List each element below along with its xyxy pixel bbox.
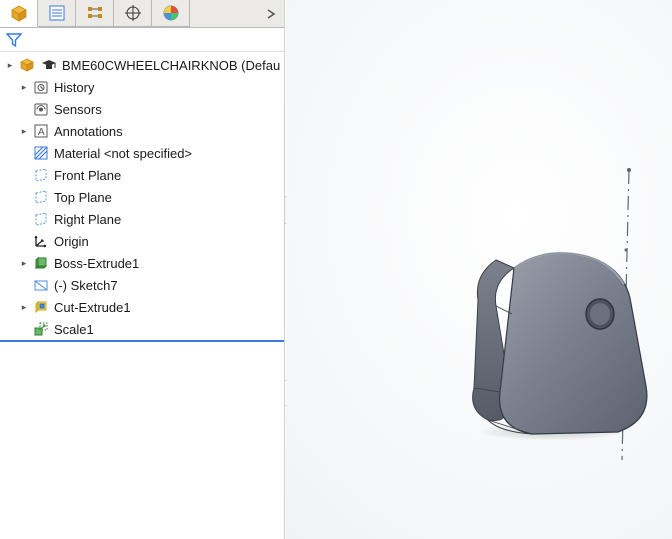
tree-item-label: Right Plane — [54, 212, 121, 227]
feature-tree[interactable]: ▸ BME60CWHEELCHAIRKNOB (Defau ▸History▸S… — [0, 52, 284, 342]
tree-item[interactable]: ▸Right Plane — [0, 208, 284, 230]
sketch-icon — [32, 276, 50, 294]
graphics-viewport[interactable] — [286, 0, 672, 539]
tab-dimxpert[interactable] — [114, 0, 152, 27]
tree-item-label: Boss-Extrude1 — [54, 256, 139, 271]
cube-icon — [10, 4, 28, 22]
tree-item-label: Material <not specified> — [54, 146, 192, 161]
annotations-icon: A — [32, 122, 50, 140]
tab-feature-manager[interactable] — [0, 0, 38, 27]
expander-icon[interactable]: ▸ — [18, 257, 30, 269]
plane-icon — [32, 210, 50, 228]
model-render — [286, 0, 672, 539]
tab-display-manager[interactable] — [152, 0, 190, 27]
chevron-right-icon — [266, 9, 276, 19]
tree-item[interactable]: ▸ Boss-Extrude1 — [0, 252, 284, 274]
filter-icon[interactable] — [6, 32, 22, 48]
part-icon — [18, 56, 36, 74]
tree-item[interactable]: ▸Sensors — [0, 98, 284, 120]
expander-icon[interactable]: ▸ — [18, 125, 30, 137]
tree-item-label: Front Plane — [54, 168, 121, 183]
plane-icon — [32, 188, 50, 206]
tree-root-label: BME60CWHEELCHAIRKNOB (Defau — [62, 58, 280, 73]
expander-icon[interactable]: ▸ — [18, 81, 30, 93]
tree-item-label: Scale1 — [54, 322, 94, 337]
tree-item[interactable]: ▸Material <not specified> — [0, 142, 284, 164]
history-icon — [32, 78, 50, 96]
tab-property-manager[interactable] — [38, 0, 76, 27]
tree-item-label: Top Plane — [54, 190, 112, 205]
tree-item-label: Sensors — [54, 102, 102, 117]
tree-item-label: Cut-Extrude1 — [54, 300, 131, 315]
expander-icon[interactable]: ▸ — [4, 59, 16, 71]
tree-item[interactable]: ▸Origin — [0, 230, 284, 252]
tree-item-label: Annotations — [54, 124, 123, 139]
tree-item-label: History — [54, 80, 94, 95]
tree-item[interactable]: ▸ History — [0, 76, 284, 98]
expander-icon[interactable]: ▸ — [18, 301, 30, 313]
grad-cap-icon — [40, 56, 58, 74]
material-icon — [32, 144, 50, 162]
filter-row — [0, 28, 284, 52]
boss-extrude-icon — [32, 254, 50, 272]
tree-root-part[interactable]: ▸ BME60CWHEELCHAIRKNOB (Defau — [0, 54, 284, 76]
config-icon — [86, 4, 104, 22]
tree-rollback-bar[interactable] — [0, 340, 284, 342]
tree-item-label: Origin — [54, 234, 89, 249]
tree-item[interactable]: ▸ Cut-Extrude1 — [0, 296, 284, 318]
tree-item[interactable]: ▸ A Annotations — [0, 120, 284, 142]
plane-icon — [32, 166, 50, 184]
scale-icon — [32, 320, 50, 338]
origin-icon — [32, 232, 50, 250]
svg-text:A: A — [38, 127, 45, 138]
property-icon — [48, 4, 66, 22]
tree-item-label: (-) Sketch7 — [54, 278, 118, 293]
tab-configuration-manager[interactable] — [76, 0, 114, 27]
panel-tab-bar — [0, 0, 284, 28]
sensors-icon — [32, 100, 50, 118]
tree-item[interactable]: ▸Top Plane — [0, 186, 284, 208]
model-front-face — [500, 253, 647, 434]
tree-item[interactable]: ▸Scale1 — [0, 318, 284, 340]
tree-item[interactable]: ▸(-) Sketch7 — [0, 274, 284, 296]
cut-extrude-icon — [32, 298, 50, 316]
crosshair-icon — [124, 4, 142, 22]
model-hole-inner — [590, 303, 610, 325]
feature-tree-panel: ▸ BME60CWHEELCHAIRKNOB (Defau ▸History▸S… — [0, 0, 285, 539]
tab-bar-spacer — [190, 0, 258, 27]
tree-item[interactable]: ▸Front Plane — [0, 164, 284, 186]
panel-collapse-button[interactable] — [258, 0, 284, 27]
appearance-icon — [162, 4, 180, 22]
